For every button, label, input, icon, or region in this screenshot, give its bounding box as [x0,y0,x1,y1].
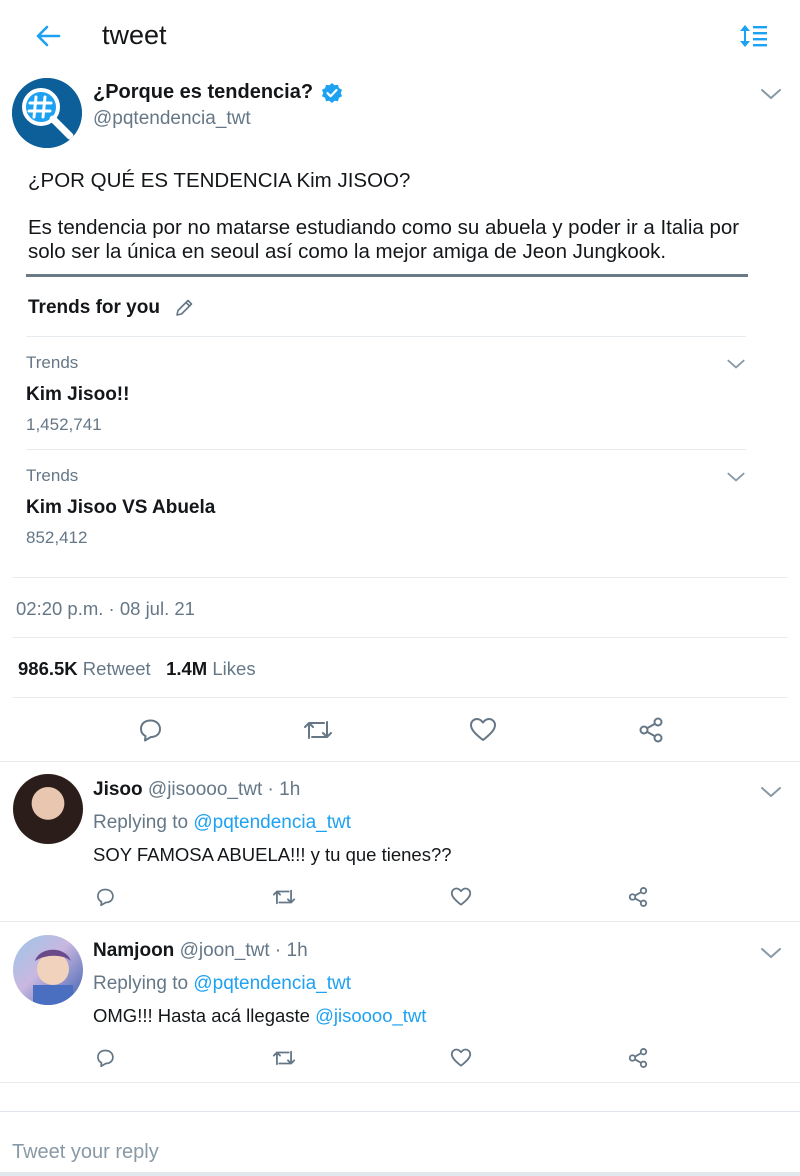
trend-menu-button [724,469,748,485]
verified-badge-icon [322,82,343,103]
reply-menu-button[interactable] [758,943,784,963]
author-name-row[interactable]: ¿Porque es tendencia? [93,81,343,104]
chevron-down-icon [761,89,781,99]
retweet-icon [304,721,332,739]
composer-divider [0,1111,800,1112]
tweet-text-line2: Es tendencia por no matarse estudiando c… [28,216,740,239]
trend-category: Trends [26,466,79,485]
replying-to-link[interactable]: @pqtendencia_twt [193,973,351,994]
retweets-label: Retweet [82,658,151,679]
reply-author-name: Jisoo [93,779,143,800]
like-button[interactable] [448,884,474,910]
sort-button[interactable] [736,20,772,52]
retweet-button[interactable] [270,1045,298,1071]
hashtag-magnifier-logo [12,78,82,148]
reply-menu-button[interactable] [758,782,784,802]
trend-count: 1,452,741 [26,415,102,434]
tweet-text-line3: solo ser la única en seoul así como la m… [28,240,667,263]
like-button[interactable] [448,1045,474,1071]
back-button[interactable] [28,18,68,54]
reply-text: OMG!!! Hasta acá llegaste @jisoooo_twt [93,1005,426,1027]
reply-button[interactable] [132,712,168,748]
avatar[interactable] [13,935,83,1005]
divider [12,577,788,578]
reply-button[interactable] [92,884,118,910]
trend-count: 852,412 [26,528,88,547]
avatar[interactable] [13,774,83,844]
share-button[interactable] [633,712,669,748]
tweet-text-line1: ¿POR QUÉ ES TENDENCIA Kim JISOO? [28,169,411,192]
retweet-button[interactable] [270,884,298,910]
author-avatar[interactable] [12,78,82,148]
heart-icon [450,1048,472,1067]
replying-to-line: Replying to @pqtendencia_twt [93,973,351,995]
share-icon [628,887,648,907]
retweet-icon [272,1050,296,1066]
reply-header[interactable]: Jisoo @jisoooo_twt · 1h [93,779,300,801]
author-handle[interactable]: @pqtendencia_twt [93,108,251,130]
trend-menu-button [724,356,748,372]
comment-icon [97,1049,114,1068]
chevron-down-icon [761,948,781,958]
share-icon [628,1048,648,1068]
share-icon [639,717,663,743]
pencil-icon [176,299,193,316]
retweet-button[interactable] [300,712,336,748]
tweet-menu-button[interactable] [758,84,784,104]
reply-header[interactable]: Namjoon @joon_twt · 1h [93,940,308,962]
author-name: ¿Porque es tendencia? [93,81,314,103]
chevron-down-icon [761,787,781,797]
chevron-down-icon [727,472,745,482]
divider [12,697,788,698]
reply-input[interactable]: Tweet your reply [12,1141,159,1164]
sort-lines-icon [740,25,767,47]
composer-bottom-edge [0,1172,800,1176]
card-divider [26,336,746,337]
replying-to-link[interactable]: @pqtendencia_twt [193,812,351,833]
comment-icon [97,888,114,907]
divider [0,1082,800,1083]
trend-name: Kim Jisoo VS Abuela [26,497,216,518]
divider [0,761,800,762]
reply-author-meta: @joon_twt · 1h [179,940,308,961]
comment-icon [140,719,161,742]
page-title: tweet [102,20,167,50]
replying-to-line: Replying to @pqtendencia_twt [93,812,351,834]
reply-button[interactable] [92,1045,118,1071]
divider [12,637,788,638]
tweet-stats[interactable]: 986.5K Retweet 1.4M Likes [18,658,256,680]
trend-category: Trends [26,353,79,372]
chevron-down-icon [727,359,745,369]
mention-link[interactable]: @jisoooo_twt [315,1005,426,1026]
like-button[interactable] [465,712,501,748]
tweet-timestamp: 02:20 p.m. · 08 jul. 21 [16,598,195,619]
trends-card-title-text: Trends for you [28,297,160,318]
retweet-icon [272,889,296,905]
reply-text: SOY FAMOSA ABUELA!!! y tu que tienes?? [93,844,452,866]
share-button[interactable] [625,1045,651,1071]
arrow-left-icon [36,25,61,47]
reply-author-name: Namjoon [93,940,175,961]
retweets-count: 986.5K [18,658,78,679]
trend-name: Kim Jisoo!! [26,384,130,405]
replying-to-prefix: Replying to [93,812,189,833]
heart-icon [450,887,472,906]
reply-text-body: SOY FAMOSA ABUELA!!! y tu que tienes?? [93,844,452,865]
likes-count: 1.4M [166,658,208,679]
divider [0,921,800,922]
avatar-image [33,949,73,1005]
likes-label: Likes [212,658,256,679]
reply-author-meta: @jisoooo_twt · 1h [147,779,301,800]
card-divider [26,449,746,450]
trends-card-title: Trends for you [28,297,194,319]
heart-icon [470,718,496,741]
replying-to-prefix: Replying to [93,973,189,994]
share-button[interactable] [625,884,651,910]
reply-text-body: OMG!!! Hasta acá llegaste [93,1005,310,1026]
